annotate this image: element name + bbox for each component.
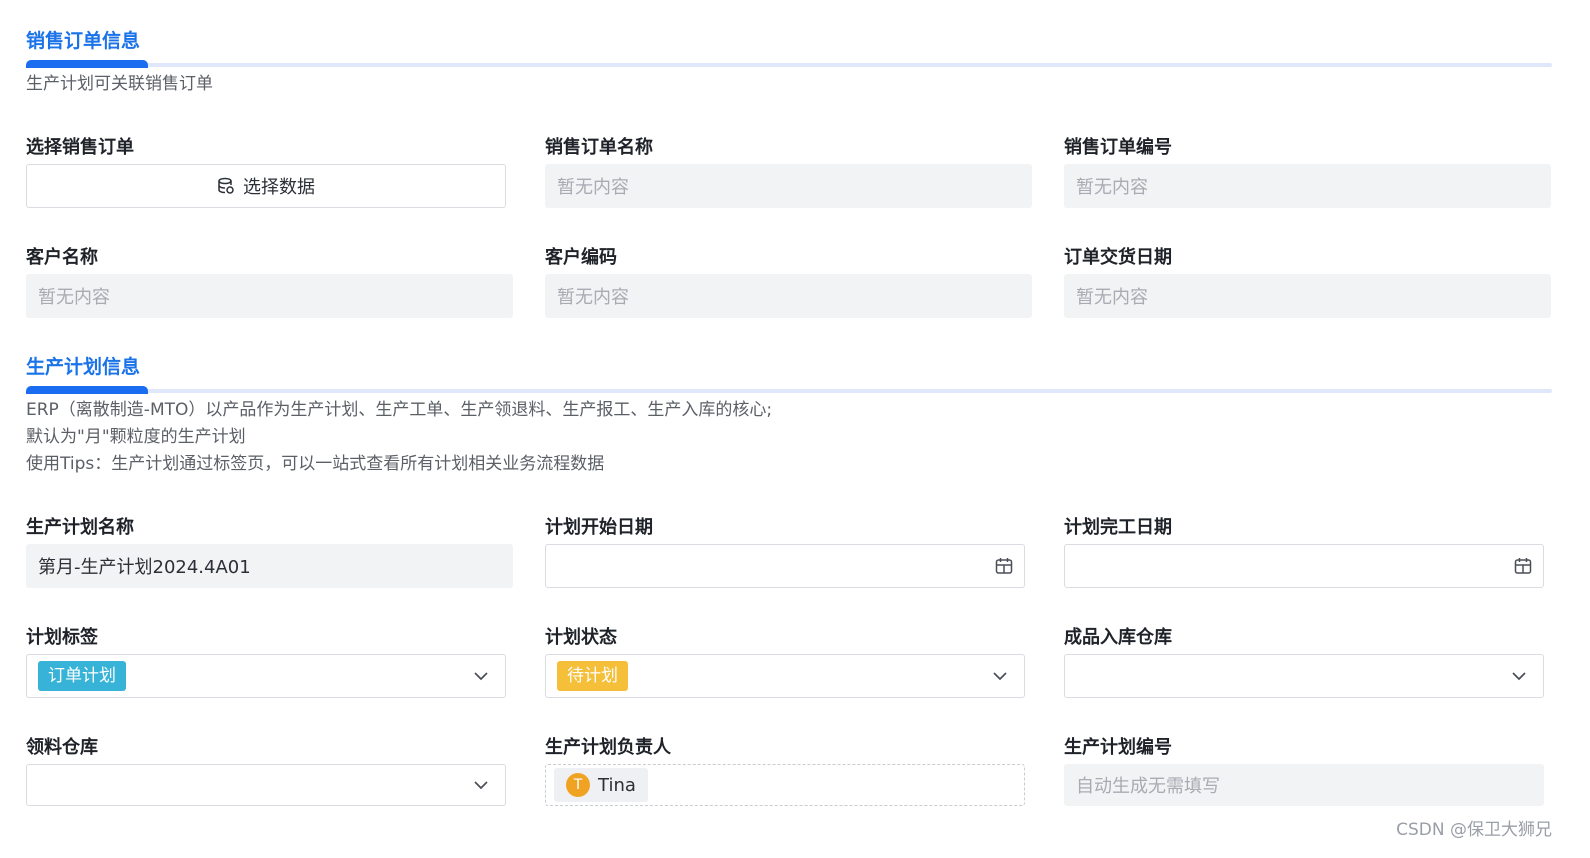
customer-name-field: 暂无内容 bbox=[26, 274, 513, 318]
sales-section-accent bbox=[26, 60, 148, 68]
customer-code-placeholder: 暂无内容 bbox=[557, 287, 629, 308]
customer-name-placeholder: 暂无内容 bbox=[38, 287, 110, 308]
chevron-down-icon[interactable] bbox=[1509, 666, 1529, 686]
customer-code-field: 暂无内容 bbox=[545, 274, 1032, 318]
sales-section-title: 销售订单信息 bbox=[26, 30, 141, 52]
material-warehouse-label: 领料仓库 bbox=[26, 737, 98, 758]
plan-section-description: ERP（离散制造-MTO）以产品作为生产计划、生产工单、生产领退料、生产报工、生… bbox=[26, 397, 772, 478]
calendar-icon[interactable] bbox=[1513, 556, 1533, 576]
plan-description-line-2: 默认为"月"颗粒度的生产计划 bbox=[26, 427, 246, 447]
owner-label: 生产计划负责人 bbox=[545, 737, 671, 758]
sales-section-description: 生产计划可关联销售订单 bbox=[26, 74, 213, 94]
owner-name: Tina bbox=[598, 774, 636, 796]
delivery-date-placeholder: 暂无内容 bbox=[1076, 287, 1148, 308]
chevron-down-icon[interactable] bbox=[990, 666, 1010, 686]
sales-section-divider bbox=[26, 63, 1552, 67]
plan-status-chip: 待计划 bbox=[557, 661, 628, 691]
order-name-label: 销售订单名称 bbox=[545, 137, 653, 158]
database-icon bbox=[218, 177, 234, 194]
plan-status-select[interactable]: 待计划 bbox=[545, 654, 1025, 698]
order-number-label: 销售订单编号 bbox=[1064, 137, 1172, 158]
owner-chip[interactable]: T Tina bbox=[554, 768, 648, 802]
chevron-down-icon[interactable] bbox=[471, 775, 491, 795]
plan-number-field: 自动生成无需填写 bbox=[1064, 764, 1544, 806]
plan-name-input[interactable]: 第月-生产计划2024.4A01 bbox=[26, 544, 513, 588]
plan-tag-select[interactable]: 订单计划 bbox=[26, 654, 506, 698]
end-date-label: 计划完工日期 bbox=[1064, 517, 1172, 538]
select-data-button[interactable]: 选择数据 bbox=[26, 164, 506, 208]
calendar-icon[interactable] bbox=[994, 556, 1014, 576]
owner-picker[interactable]: T Tina bbox=[545, 764, 1025, 806]
plan-section-title: 生产计划信息 bbox=[26, 356, 141, 378]
plan-name-label: 生产计划名称 bbox=[26, 517, 134, 538]
plan-number-placeholder: 自动生成无需填写 bbox=[1076, 776, 1220, 797]
order-name-field: 暂无内容 bbox=[545, 164, 1032, 208]
customer-code-label: 客户编码 bbox=[545, 247, 617, 268]
finished-warehouse-label: 成品入库仓库 bbox=[1064, 627, 1172, 648]
delivery-date-label: 订单交货日期 bbox=[1064, 247, 1172, 268]
plan-tag-chip: 订单计划 bbox=[38, 661, 126, 691]
select-data-button-label: 选择数据 bbox=[243, 177, 315, 198]
watermark: CSDN @保卫大狮兄 bbox=[1396, 820, 1552, 840]
chevron-down-icon[interactable] bbox=[471, 666, 491, 686]
customer-name-label: 客户名称 bbox=[26, 247, 98, 268]
start-date-label: 计划开始日期 bbox=[545, 517, 653, 538]
select-order-label: 选择销售订单 bbox=[26, 137, 134, 158]
finished-warehouse-select[interactable] bbox=[1064, 654, 1544, 698]
plan-section-divider bbox=[26, 389, 1552, 393]
order-number-field: 暂无内容 bbox=[1064, 164, 1551, 208]
plan-section-accent bbox=[26, 386, 148, 394]
plan-name-value: 第月-生产计划2024.4A01 bbox=[38, 557, 251, 578]
order-name-placeholder: 暂无内容 bbox=[557, 177, 629, 198]
order-number-placeholder: 暂无内容 bbox=[1076, 177, 1148, 198]
plan-tag-label: 计划标签 bbox=[26, 627, 98, 648]
plan-description-line-3: 使用Tips：生产计划通过标签页，可以一站式查看所有计划相关业务流程数据 bbox=[26, 454, 605, 474]
material-warehouse-select[interactable] bbox=[26, 764, 506, 806]
plan-status-label: 计划状态 bbox=[545, 627, 617, 648]
avatar: T bbox=[566, 773, 590, 797]
end-date-picker[interactable] bbox=[1064, 544, 1544, 588]
plan-description-line-1: ERP（离散制造-MTO）以产品作为生产计划、生产工单、生产领退料、生产报工、生… bbox=[26, 400, 773, 420]
delivery-date-field: 暂无内容 bbox=[1064, 274, 1551, 318]
plan-number-label: 生产计划编号 bbox=[1064, 737, 1172, 758]
start-date-picker[interactable] bbox=[545, 544, 1025, 588]
